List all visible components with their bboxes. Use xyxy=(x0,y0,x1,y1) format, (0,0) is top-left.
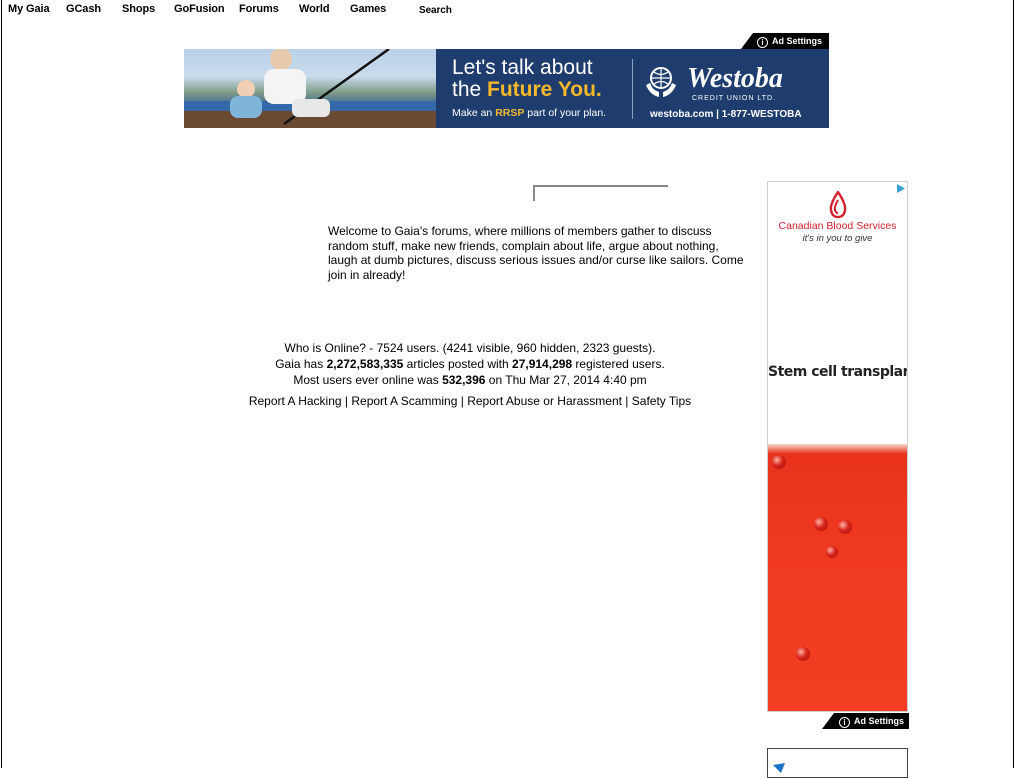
nav-forums[interactable]: Forums xyxy=(239,3,279,15)
ad-settings-label: Ad Settings xyxy=(854,716,905,726)
articles-stats: Gaia has 2,272,583,335 articles posted w… xyxy=(180,356,760,372)
banner-subline-highlight: RRSP xyxy=(495,107,525,119)
side-ad-headline: Stem cell transplant. xyxy=(768,364,908,380)
bubble xyxy=(796,647,810,661)
welcome-text: Welcome to Gaia's forums, where millions… xyxy=(328,224,744,282)
info-icon: i xyxy=(757,37,768,48)
nav-shops[interactable]: Shops xyxy=(122,3,155,15)
cbs-tagline: it's in you to give xyxy=(802,233,873,244)
safety-tips-link[interactable]: Safety Tips xyxy=(632,394,691,408)
page-border-right xyxy=(1013,0,1014,768)
top-ad-settings-button[interactable]: i Ad Settings xyxy=(741,33,829,49)
record-stats: Most users ever online was 532,396 on Th… xyxy=(180,372,760,388)
banner-photo xyxy=(184,49,436,128)
second-side-ad[interactable] xyxy=(767,748,908,778)
record-prefix: Most users ever online was xyxy=(293,373,443,387)
banner-subline-suffix: part of your plan. xyxy=(524,107,607,119)
side-skyscraper-ad[interactable]: Canadian Blood Services it's in you to g… xyxy=(767,181,908,712)
top-banner-ad[interactable]: Let's talk about the Future You. Make an… xyxy=(184,49,829,128)
registered-count: 27,914,298 xyxy=(512,357,573,371)
articles-prefix: Gaia has xyxy=(275,357,327,371)
forum-stats: Who is Online? - 7524 users. (4241 visib… xyxy=(180,340,760,388)
bubble xyxy=(814,517,828,531)
who-is-online: Who is Online? - 7524 users. (4241 visib… xyxy=(284,341,656,355)
banner-contact: westoba.com | 1-877-WESTOBA xyxy=(650,109,802,120)
bubble xyxy=(838,520,852,534)
report-hacking-link[interactable]: Report A Hacking xyxy=(249,394,342,408)
blood-liquid xyxy=(768,444,907,711)
westoba-hands-globe-icon xyxy=(646,67,676,97)
nav-my-gaia[interactable]: My Gaia xyxy=(8,3,50,15)
partial-ad-logo-icon xyxy=(773,763,785,773)
cbs-org-name: Canadian Blood Services xyxy=(778,220,897,232)
adchoices-icon[interactable] xyxy=(896,184,905,193)
banner-headline-1: Let's talk about xyxy=(452,56,593,79)
articles-count: 2,272,583,335 xyxy=(326,357,404,371)
nav-gofusion[interactable]: GoFusion xyxy=(174,3,225,15)
fishing-photo-icon xyxy=(184,49,436,128)
page-border-left xyxy=(1,0,2,768)
report-scamming-link[interactable]: Report A Scamming xyxy=(351,394,457,408)
info-icon: i xyxy=(839,717,850,728)
bubble xyxy=(772,455,786,469)
side-ad-settings-button[interactable]: i Ad Settings xyxy=(822,713,909,729)
record-count: 532,396 xyxy=(442,373,486,387)
report-abuse-link[interactable]: Report Abuse or Harassment xyxy=(467,394,622,408)
banner-divider xyxy=(632,59,633,119)
banner-headline-2: the Future You. xyxy=(452,79,602,101)
decorative-bracket xyxy=(533,185,668,201)
report-links: Report A Hacking | Report A Scamming | R… xyxy=(248,394,692,408)
banner-brand: Westoba xyxy=(687,63,783,94)
articles-suffix: registered users. xyxy=(572,357,665,371)
nav-games[interactable]: Games xyxy=(350,3,386,15)
nav-world[interactable]: World xyxy=(299,3,330,15)
bubble xyxy=(826,546,838,558)
nav-search[interactable]: Search xyxy=(419,5,452,16)
banner-text-panel: Let's talk about the Future You. Make an… xyxy=(436,49,829,128)
banner-brand-sub: CREDIT UNION LTD. xyxy=(692,95,777,102)
blood-drop-icon xyxy=(829,191,847,219)
banner-headline-2-highlight: Future You. xyxy=(487,78,602,101)
articles-mid: articles posted with xyxy=(403,357,513,371)
banner-subline: Make an RRSP part of your plan. xyxy=(452,107,606,119)
nav-gcash[interactable]: GCash xyxy=(66,3,101,15)
record-suffix: on Thu Mar 27, 2014 4:40 pm xyxy=(485,373,647,387)
ad-settings-label: Ad Settings xyxy=(772,36,823,46)
banner-subline-prefix: Make an xyxy=(452,107,496,119)
banner-headline-2-prefix: the xyxy=(452,78,488,101)
